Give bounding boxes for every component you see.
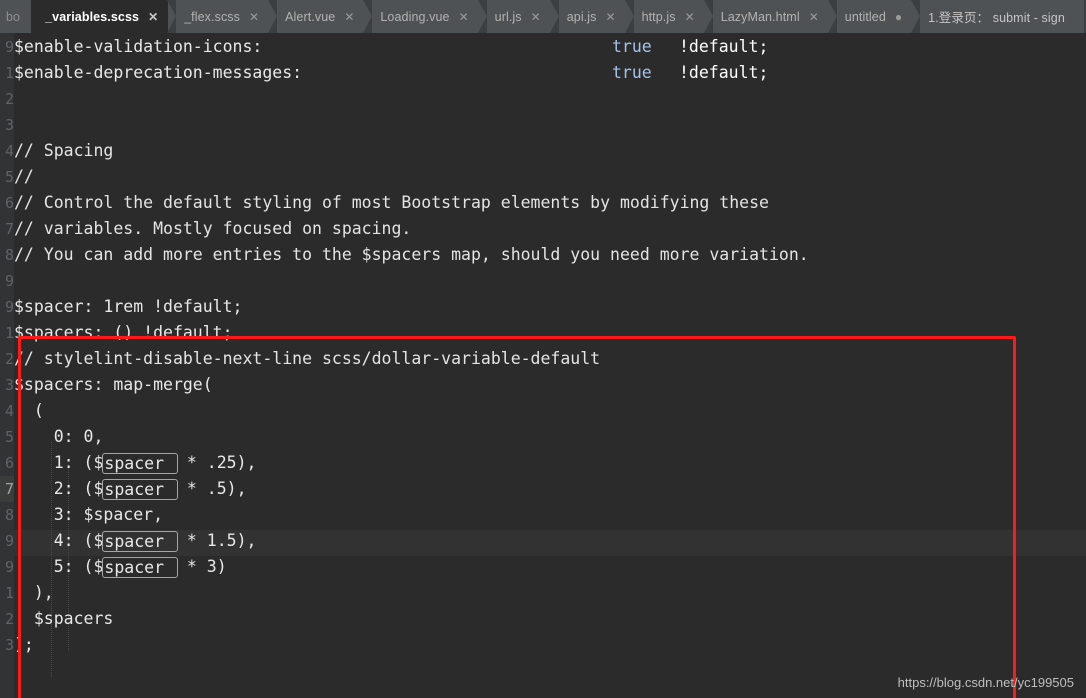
line-number: 3 bbox=[4, 636, 14, 654]
code-line: $spacers: () !default; bbox=[14, 323, 233, 342]
line-number: 5 bbox=[4, 428, 14, 446]
code-line: // stylelint-disable-next-line scss/doll… bbox=[14, 349, 601, 368]
code-line: $spacers bbox=[14, 609, 114, 628]
line-number: 9 bbox=[4, 558, 14, 576]
tab-label: Loading.vue bbox=[380, 9, 450, 24]
tab-url-js[interactable]: url.js ✕ bbox=[477, 0, 551, 33]
close-icon[interactable]: ✕ bbox=[531, 11, 541, 23]
tab-label: api.js bbox=[566, 9, 597, 24]
tab-variables-scss[interactable]: _variables.scss ✕ bbox=[31, 0, 169, 33]
tab-label: LazyMan.html bbox=[720, 9, 800, 24]
tab-alert-vue[interactable]: Alert.vue ✕ bbox=[268, 0, 365, 33]
code-text-area[interactable]: $enable-validation-icons: $enable-deprec… bbox=[14, 33, 1086, 698]
code-line: 0: 0, bbox=[14, 427, 104, 446]
tab-label: bo bbox=[6, 9, 21, 24]
line-number: 6 bbox=[4, 454, 14, 472]
line-number: 9 bbox=[4, 38, 14, 56]
code-line: // Spacing bbox=[14, 141, 114, 160]
code-line: 5: ($spacer * 3) bbox=[14, 554, 227, 580]
editor-area[interactable]: 9 1 2 3 4 5 6 7 8 9 9 1 2 3 4 5 6 7 8 9 … bbox=[0, 33, 1086, 698]
code-line: 3: $spacer, bbox=[14, 505, 164, 524]
close-icon[interactable]: ✕ bbox=[249, 11, 259, 23]
code-line: 4: ($spacer * 1.5), bbox=[14, 528, 256, 554]
tab-label: http.js bbox=[641, 9, 676, 24]
code-value-true: true bbox=[612, 37, 652, 56]
tab-label: Alert.vue bbox=[285, 9, 336, 24]
occurrence-highlight-spacer[interactable]: spacer bbox=[102, 479, 178, 500]
tab-label: _variables.scss bbox=[45, 9, 140, 24]
close-icon[interactable]: ✕ bbox=[344, 11, 354, 23]
code-line: 2: ($spacer * .5), bbox=[14, 476, 247, 502]
line-number: 2 bbox=[4, 350, 14, 368]
tab-label: url.js bbox=[494, 9, 522, 24]
close-icon[interactable]: ✕ bbox=[148, 11, 158, 23]
code-editor-window: bo _variables.scss ✕ _flex.scss ✕ Alert.… bbox=[0, 0, 1086, 698]
code-value-true: true bbox=[612, 63, 652, 82]
line-number: 9 bbox=[4, 272, 14, 290]
line-number: 7 bbox=[4, 220, 14, 238]
code-value-default: !default; bbox=[679, 63, 769, 82]
close-icon[interactable]: ✕ bbox=[809, 11, 819, 23]
tab-label: 1.登录页： submit - sign bbox=[928, 11, 1065, 25]
code-fragment: 4: ( bbox=[14, 531, 94, 550]
tab-lazyman-html[interactable]: LazyMan.html ✕ bbox=[703, 0, 829, 33]
code-fragment: * .25), bbox=[176, 453, 257, 472]
tab-loading-vue[interactable]: Loading.vue ✕ bbox=[363, 0, 479, 33]
line-number: 8 bbox=[4, 246, 14, 264]
line-number: 4 bbox=[4, 142, 14, 160]
line-number: 2 bbox=[4, 90, 14, 108]
tab-flex-scss[interactable]: _flex.scss ✕ bbox=[167, 0, 270, 33]
tab-label: _flex.scss bbox=[184, 9, 241, 24]
line-number: 1 bbox=[4, 584, 14, 602]
code-line: // variables. Mostly focused on spacing. bbox=[14, 219, 412, 238]
line-number: 3 bbox=[4, 116, 14, 134]
line-number: 1 bbox=[4, 64, 14, 82]
code-fragment: 5: ( bbox=[14, 557, 94, 576]
line-number: 5 bbox=[4, 168, 14, 186]
line-number: 9 bbox=[4, 298, 14, 316]
code-line: ( bbox=[14, 401, 44, 420]
tab-label: untitled bbox=[844, 9, 886, 24]
tab-api-js[interactable]: api.js ✕ bbox=[549, 0, 626, 33]
code-line: ); bbox=[14, 635, 34, 654]
close-icon[interactable]: ✕ bbox=[606, 11, 616, 23]
line-number: 8 bbox=[4, 506, 14, 524]
occurrence-highlight-spacer[interactable]: spacer bbox=[102, 453, 178, 474]
line-number: 6 bbox=[4, 194, 14, 212]
code-fragment: * .5), bbox=[176, 479, 247, 498]
code-fragment: 2: ( bbox=[14, 479, 94, 498]
editor-tab-bar: bo _variables.scss ✕ _flex.scss ✕ Alert.… bbox=[0, 0, 1086, 33]
code-line: $enable-validation-icons: bbox=[14, 37, 263, 56]
code-line: // bbox=[14, 167, 34, 186]
line-number-current: 7 bbox=[0, 476, 14, 502]
line-number: 1 bbox=[4, 324, 14, 342]
code-line: $spacers: map-merge( bbox=[14, 375, 213, 394]
modified-dot-icon[interactable]: ● bbox=[895, 11, 902, 23]
code-value-default: !default; bbox=[679, 37, 769, 56]
line-number: 3 bbox=[4, 376, 14, 394]
close-icon[interactable]: ✕ bbox=[459, 11, 469, 23]
line-number-gutter[interactable]: 9 1 2 3 4 5 6 7 8 9 9 1 2 3 4 5 6 7 8 9 … bbox=[0, 33, 14, 698]
close-icon[interactable]: ✕ bbox=[685, 11, 695, 23]
tab-http-js[interactable]: http.js ✕ bbox=[624, 0, 705, 33]
line-number: 4 bbox=[4, 402, 14, 420]
code-fragment: * 1.5), bbox=[176, 531, 257, 550]
tab-partial-left[interactable]: bo bbox=[0, 0, 32, 33]
code-line: // You can add more entries to the $spac… bbox=[14, 245, 809, 264]
code-line: // Control the default styling of most B… bbox=[14, 193, 769, 212]
code-line: ), bbox=[14, 583, 54, 602]
occurrence-highlight-spacer[interactable]: spacer bbox=[102, 557, 178, 578]
code-fragment: 1: ( bbox=[14, 453, 94, 472]
line-number: 9 bbox=[4, 532, 14, 550]
code-line: 1: ($spacer * .25), bbox=[14, 450, 256, 476]
line-number: 2 bbox=[4, 610, 14, 628]
code-line: $enable-deprecation-messages: bbox=[14, 63, 303, 82]
occurrence-highlight-spacer[interactable]: spacer bbox=[102, 531, 178, 552]
tab-untitled[interactable]: untitled ● bbox=[827, 0, 913, 33]
watermark-url: https://blog.csdn.net/yc199505 bbox=[897, 675, 1074, 690]
code-line: $spacer: 1rem !default; bbox=[14, 297, 243, 316]
tab-login-page[interactable]: 1.登录页： submit - sign bbox=[911, 0, 1084, 33]
code-fragment: * 3) bbox=[176, 557, 227, 576]
